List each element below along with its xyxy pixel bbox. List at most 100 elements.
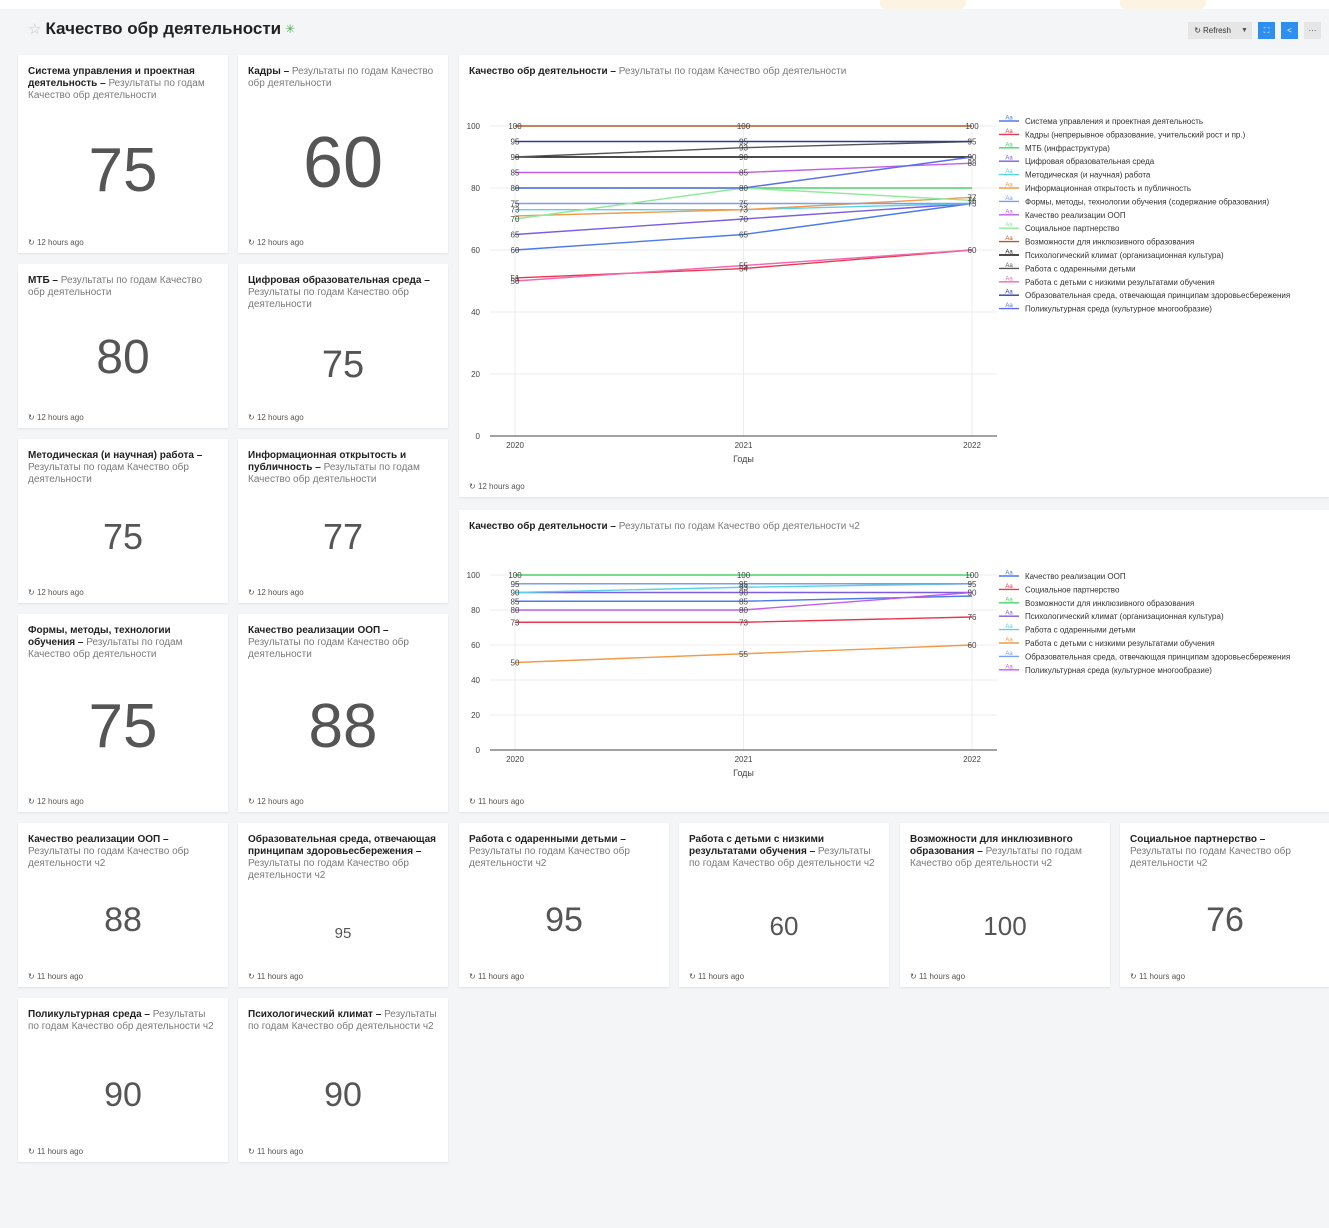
counter-card: Психологический климат – Результаты по г… — [238, 998, 448, 1162]
updated-time: ↻ 12 hours ago — [28, 238, 84, 247]
legend-item: Психологический климат (организационная … — [1025, 612, 1224, 621]
refresh-icon: ↻ — [28, 972, 35, 981]
data-label: 80 — [511, 184, 520, 193]
counter-title: Социальное партнерство – Результаты по г… — [1130, 834, 1291, 869]
counter-card: МТБ – Результаты по годам Качество обр д… — [18, 264, 228, 428]
counter-card: Методическая (и научная) работа – Резуль… — [18, 439, 228, 603]
data-label: 70 — [739, 215, 748, 224]
updated-label: 12 hours ago — [256, 238, 304, 247]
updated-label: 12 hours ago — [36, 413, 84, 422]
updated-label: 11 hours ago — [256, 1147, 304, 1156]
legend-icon: Aa — [1005, 303, 1013, 309]
counter-value: 95 — [334, 925, 352, 942]
updated-label: 11 hours ago — [477, 972, 525, 981]
page-title: Качество обр деятельности — [45, 19, 282, 38]
updated-label: 11 hours ago — [36, 1147, 84, 1156]
x-tick-label: 2022 — [963, 441, 981, 450]
legend-item: Работа с одаренными детьми — [1025, 626, 1136, 635]
counter-card: Работа с одаренными детьми – Результаты … — [459, 823, 669, 987]
legend-icon: Aa — [1005, 250, 1013, 256]
line-chart: 020406080100202020212022ГодыБаллы1009590… — [467, 571, 1291, 779]
data-label: 90 — [511, 589, 520, 598]
refresh-icon: ↻ — [910, 972, 917, 981]
legend-icon: Aa — [1005, 156, 1013, 162]
counter-subtitle: Результаты по годам Качество обр деятель… — [1130, 846, 1291, 869]
y-tick-label: 20 — [471, 370, 480, 379]
legend-item: Работа с детьми с низкими результатами о… — [1025, 278, 1215, 287]
legend-icon: Aa — [1005, 169, 1013, 175]
data-label: 73 — [511, 618, 520, 627]
share-button[interactable]: < — [1281, 22, 1298, 39]
legend-icon: Aa — [1005, 236, 1013, 242]
legend-item: Формы, методы, технологии обучения (соде… — [1025, 197, 1269, 206]
counter-card: Кадры – Результаты по годам Качество обр… — [238, 55, 448, 253]
refresh-icon: ↻ — [28, 797, 35, 806]
updated-label: 11 hours ago — [256, 972, 304, 981]
counter-title: Качество реализации ООП – Результаты по … — [28, 834, 189, 869]
counter-title: МТБ – Результаты по годам Качество обр д… — [28, 275, 203, 298]
data-label: 80 — [511, 606, 520, 615]
y-tick-label: 0 — [476, 746, 481, 755]
counter-subtitle: Результаты по годам Качество обр деятель… — [248, 858, 409, 881]
legend-icon: Aa — [1005, 142, 1013, 148]
x-tick-label: 2022 — [963, 755, 981, 764]
data-label: 76 — [968, 613, 977, 622]
data-label: 85 — [739, 597, 748, 606]
data-label: 70 — [511, 215, 520, 224]
refresh-button[interactable]: ↻ Refresh — [1188, 22, 1237, 39]
data-label: 75 — [968, 200, 977, 209]
y-tick-label: 100 — [467, 571, 481, 580]
refresh-icon: ↻ — [248, 797, 255, 806]
updated-label: 12 hours ago — [36, 588, 84, 597]
data-label: 100 — [965, 571, 979, 580]
updated-time: ↻ 11 hours ago — [689, 972, 744, 981]
favorite-star-icon[interactable]: ☆ — [28, 20, 41, 38]
data-label: 50 — [511, 277, 520, 286]
y-tick-label: 80 — [471, 606, 480, 615]
data-label: 100 — [737, 122, 751, 131]
counter-value: 76 — [1206, 901, 1244, 939]
counter-card: Формы, методы, технологии обучения – Рез… — [18, 614, 228, 812]
updated-time: ↻ 11 hours ago — [28, 1147, 83, 1156]
data-label: 90 — [739, 153, 748, 162]
data-label: 54 — [739, 265, 748, 274]
counter-value: 77 — [322, 516, 364, 557]
counter-card: Система управления и проектная деятельно… — [18, 55, 228, 253]
updated-time: ↻ 11 hours ago — [910, 972, 965, 981]
counter-title-main: МТБ — [28, 275, 50, 286]
y-tick-label: 100 — [467, 122, 481, 131]
counter-title-main: Методическая (и научная) работа — [28, 450, 194, 461]
refresh-dropdown-button[interactable]: ▼ — [1237, 22, 1252, 39]
counter-card: Образовательная среда, отвечающая принци… — [238, 823, 448, 987]
updated-time: ↻ 11 hours ago — [469, 797, 525, 806]
updated-time: ↻ 11 hours ago — [248, 1147, 303, 1156]
data-label: 100 — [737, 571, 751, 580]
legend-icon: Aa — [1005, 196, 1013, 202]
counter-card: Качество реализации ООП – Результаты по … — [238, 614, 448, 812]
data-label: 55 — [739, 650, 748, 659]
legend-item: Качество реализации ООП — [1025, 211, 1126, 220]
data-label: 60 — [511, 246, 520, 255]
y-tick-label: 40 — [471, 308, 480, 317]
legend-icon: Aa — [1005, 638, 1013, 644]
data-label: 85 — [739, 169, 748, 178]
y-tick-label: 0 — [476, 432, 481, 441]
counter-title: Цифровая образовательная среда – Результ… — [248, 275, 430, 310]
counter-title: Формы, методы, технологии обучения – Рез… — [28, 625, 183, 660]
legend-icon: Aa — [1005, 276, 1013, 282]
fullscreen-icon: ⛶ — [1263, 25, 1270, 35]
updated-label: 12 hours ago — [256, 588, 304, 597]
counter-card: Социальное партнерство – Результаты по г… — [1120, 823, 1329, 987]
counter-value: 80 — [96, 331, 150, 384]
more-options-button[interactable]: ⋯ — [1304, 22, 1321, 39]
counter-title-main: Поликультурная среда — [28, 1009, 142, 1020]
legend-icon: Aa — [1005, 664, 1013, 670]
counter-title-main: Образовательная среда, отвечающая принци… — [248, 834, 436, 857]
counter-title: Информационная открытость и публичность … — [248, 450, 420, 485]
counter-title: Методическая (и научная) работа – Резуль… — [28, 450, 203, 485]
updated-time: ↻ 12 hours ago — [28, 413, 84, 422]
fullscreen-button[interactable]: ⛶ — [1258, 22, 1275, 39]
data-label: 60 — [968, 641, 977, 650]
data-label: 85 — [511, 169, 520, 178]
counter-subtitle: Результаты по годам Качество обр деятель… — [28, 846, 189, 869]
